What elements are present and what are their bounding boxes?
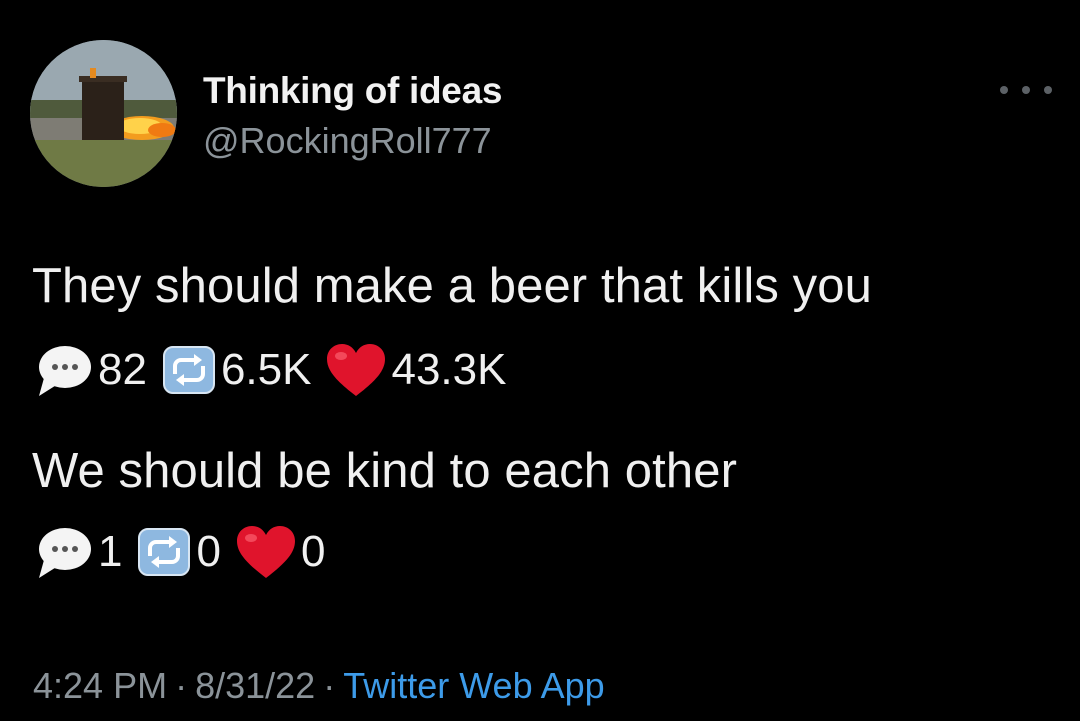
tweet-text-2: We should be kind to each other (32, 444, 737, 498)
display-name[interactable]: Thinking of ideas (203, 70, 502, 112)
meta-separator: · (175, 665, 188, 706)
like-count-value: 0 (300, 527, 326, 576)
speech-bubble-icon (34, 524, 94, 580)
outhouse-explosion-avatar-icon (30, 40, 177, 187)
more-options-button[interactable] (1000, 80, 1052, 100)
like-count-value: 43.3K (391, 345, 507, 394)
source-link[interactable]: Twitter Web App (343, 665, 604, 706)
tweet-text-1: They should make a beer that kills you (32, 259, 872, 313)
repeat-icon (136, 524, 192, 580)
reply-count-value: 82 (98, 345, 147, 394)
more-dot (1022, 86, 1030, 94)
user-handle[interactable]: @RockingRoll777 (203, 120, 492, 162)
like-count-2[interactable]: 0 (235, 524, 325, 580)
tweet-card: Thinking of ideas @RockingRoll777 They s… (0, 0, 1080, 721)
repeat-icon (161, 342, 217, 398)
stats-row-1: 82 6.5K 43.3K (34, 338, 520, 402)
speech-bubble-icon (34, 342, 94, 398)
meta-separator: · (323, 665, 336, 706)
tweet-time[interactable]: 4:24 PM (33, 665, 167, 706)
like-count-1[interactable]: 43.3K (325, 342, 506, 398)
red-heart-icon (235, 524, 297, 580)
stats-row-2: 1 0 0 (34, 520, 339, 584)
retweet-count-2[interactable]: 0 (136, 524, 221, 580)
red-heart-icon (325, 342, 387, 398)
more-dots-icon (1000, 86, 1008, 94)
retweet-count-value: 0 (196, 527, 221, 576)
retweet-count-1[interactable]: 6.5K (161, 342, 312, 398)
reply-count-value: 1 (98, 527, 123, 576)
retweet-count-value: 6.5K (220, 345, 312, 394)
reply-count-2[interactable]: 1 (34, 524, 122, 580)
reply-count-1[interactable]: 82 (34, 342, 147, 398)
tweet-date[interactable]: 8/31/22 (195, 665, 315, 706)
more-dot (1044, 86, 1052, 94)
tweet-meta: 4:24 PM · 8/31/22 · Twitter Web App (33, 665, 605, 707)
avatar[interactable] (30, 40, 177, 187)
